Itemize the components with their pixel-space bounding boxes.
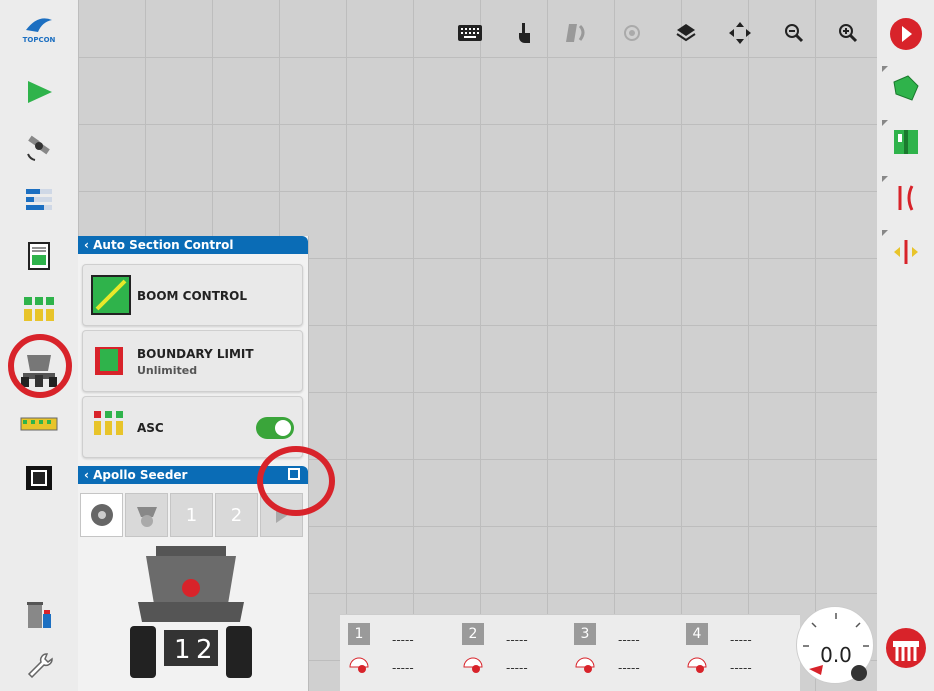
implement-button[interactable] [882, 626, 930, 670]
section-value-1: ----- [392, 633, 414, 647]
target-icon[interactable] [615, 16, 649, 50]
navigation-icon[interactable] [14, 70, 64, 114]
section-3[interactable]: 3 ----- ----- [568, 621, 676, 685]
tab-bin-2-label: 2 [230, 504, 243, 526]
tab-bin-1[interactable]: 1 [170, 493, 213, 537]
keyboard-icon[interactable] [453, 16, 487, 50]
boom-sections-icon[interactable] [14, 402, 64, 446]
section-4[interactable]: 4 ----- ----- [680, 621, 788, 685]
panel-header[interactable]: ‹ Auto Section Control [78, 236, 308, 254]
boundary-limit-icon [95, 347, 123, 375]
rate-gauge-icon [575, 657, 595, 673]
section-value-2: ----- [618, 661, 640, 675]
asc-sections-icon [93, 409, 125, 443]
satellite-icon[interactable] [14, 124, 64, 168]
rate-gauge-icon [687, 657, 707, 673]
speed-value: 0.0 [820, 643, 852, 667]
asc-row: ASC [82, 396, 303, 458]
section-1[interactable]: 1 ----- ----- [342, 621, 450, 685]
tab-metering[interactable] [125, 493, 168, 537]
record-button[interactable] [882, 12, 930, 56]
boundary-limit-label: BOUNDARY LIMIT [137, 347, 254, 361]
zoom-out-icon[interactable] [777, 16, 811, 50]
headland-button[interactable] [882, 120, 930, 164]
section-2[interactable]: 2 ----- ----- [456, 621, 564, 685]
rate-gauge-icon [463, 657, 483, 673]
boundary-limit-button[interactable]: BOUNDARY LIMIT Unlimited [82, 330, 303, 392]
tab-bin-1-label: 1 [185, 504, 198, 526]
section-value-2: ----- [506, 661, 528, 675]
wrench-icon[interactable] [14, 642, 64, 686]
boundary-limit-value: Unlimited [137, 364, 198, 377]
section-number: 3 [574, 623, 596, 645]
storage-icon[interactable] [14, 592, 64, 636]
back-chevron-icon[interactable]: ‹ [84, 238, 93, 252]
highlight-seeder-icon [8, 334, 72, 398]
section-value-2: ----- [730, 661, 752, 675]
tab-bin-2[interactable]: 2 [215, 493, 258, 537]
touch-icon[interactable] [507, 16, 541, 50]
speedometer[interactable]: 0.0 mph [796, 606, 874, 684]
guidance-lines-icon[interactable] [562, 16, 596, 50]
svg-text:1: 1 [174, 635, 191, 665]
section-value-1: ----- [730, 633, 752, 647]
asc-toggle[interactable] [256, 417, 294, 439]
section-number: 4 [686, 623, 708, 645]
boom-control-icon [91, 275, 131, 315]
section-number: 2 [462, 623, 484, 645]
topcon-logo: TOPCON [14, 8, 64, 52]
zoom-in-icon[interactable] [831, 16, 865, 50]
svg-text:2: 2 [196, 635, 213, 665]
section-control-icon[interactable] [14, 288, 64, 332]
section-value-1: ----- [506, 633, 528, 647]
section-value-1: ----- [618, 633, 640, 647]
seeder-header-title: Apollo Seeder [93, 468, 188, 482]
highlight-popout-icon [257, 446, 335, 516]
field-boundary-button[interactable] [882, 66, 930, 110]
shift-line-button[interactable] [882, 230, 930, 274]
boom-control-button[interactable]: BOOM CONTROL [82, 264, 303, 326]
rate-gauge-icon [349, 657, 369, 673]
section-status-bar: 1 ----- ----- 2 ----- ----- 3 ----- ----… [340, 614, 800, 691]
speed-unit: mph [823, 665, 849, 676]
panel-header-title: Auto Section Control [93, 238, 234, 252]
settings-bars-icon[interactable] [14, 178, 64, 222]
layers-icon[interactable] [669, 16, 703, 50]
seeder-cart-image: 1 2 [126, 546, 256, 686]
seeder-back-chevron-icon[interactable]: ‹ [84, 468, 93, 482]
job-report-icon[interactable] [14, 234, 64, 278]
logo-text: TOPCON [22, 36, 56, 44]
tab-fan[interactable] [80, 493, 123, 537]
boom-control-label: BOOM CONTROL [137, 289, 247, 303]
guidance-mode-button[interactable] [882, 176, 930, 220]
pan-icon[interactable] [723, 16, 757, 50]
section-value-2: ----- [392, 661, 414, 675]
asc-label: ASC [137, 421, 164, 435]
section-number: 1 [348, 623, 370, 645]
display-icon[interactable] [14, 456, 64, 500]
